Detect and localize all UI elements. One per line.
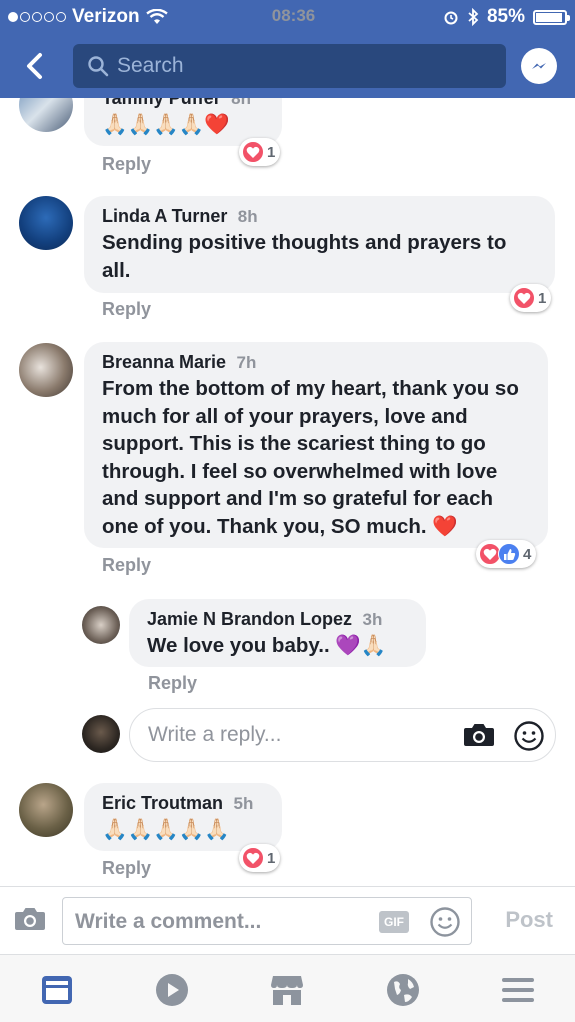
- avatar[interactable]: [19, 343, 73, 397]
- avatar[interactable]: [82, 606, 120, 644]
- comment-time: 8h: [231, 98, 251, 108]
- tab-bar: [0, 954, 575, 1022]
- heart-icon: [513, 287, 535, 309]
- top-bar: Verizon 08:36 85% Search: [0, 0, 575, 98]
- comment-composer: Write a comment... GIF Post: [0, 886, 575, 954]
- reply-link[interactable]: Reply: [148, 673, 197, 694]
- back-button[interactable]: [18, 48, 54, 84]
- status-right: 85%: [443, 6, 570, 28]
- reply-link[interactable]: Reply: [102, 154, 151, 175]
- menu-icon: [502, 978, 534, 1002]
- heart-icon: [242, 847, 264, 869]
- comment-bubble: Linda A Turner 8h Sending positive thoug…: [84, 196, 555, 293]
- reply-link[interactable]: Reply: [102, 555, 151, 576]
- comment-input[interactable]: Write a comment... GIF: [62, 897, 472, 945]
- messenger-button[interactable]: [521, 48, 557, 84]
- tab-news-feed[interactable]: [39, 972, 75, 1008]
- reaction-summary[interactable]: 4: [476, 540, 537, 568]
- heart-icon: [242, 141, 264, 163]
- emoji-icon[interactable]: [513, 720, 545, 752]
- comment-bubble: Eric Troutman 5h 🙏🏻🙏🏻🙏🏻🙏🏻🙏🏻: [84, 783, 282, 851]
- reaction-count: 1: [267, 143, 276, 161]
- tab-notifications[interactable]: [385, 972, 421, 1008]
- battery-percent: 85%: [486, 6, 525, 27]
- camera-icon[interactable]: [463, 722, 495, 748]
- messenger-icon: [532, 63, 546, 69]
- reply-link[interactable]: Reply: [102, 299, 151, 320]
- comment-text: 🙏🏻🙏🏻🙏🏻🙏🏻🙏🏻: [102, 817, 230, 841]
- status-bar: Verizon 08:36 85%: [0, 0, 575, 34]
- comment-author[interactable]: Linda A Turner: [102, 206, 227, 226]
- reply-link[interactable]: Reply: [102, 858, 151, 879]
- watch-icon: [156, 974, 188, 1006]
- search-icon: [88, 56, 109, 77]
- battery-icon: [533, 9, 570, 25]
- tab-menu[interactable]: [500, 972, 536, 1008]
- post-button[interactable]: Post: [505, 907, 553, 933]
- reaction-count: 1: [267, 849, 276, 867]
- tab-watch[interactable]: [154, 972, 190, 1008]
- comment-author[interactable]: Eric Troutman: [102, 793, 223, 813]
- nav-row: Search: [0, 44, 575, 88]
- reply-bubble: Jamie N Brandon Lopez 3h We love you bab…: [129, 599, 426, 667]
- reply-author[interactable]: Jamie N Brandon Lopez: [147, 609, 352, 629]
- globe-icon: [387, 974, 419, 1006]
- reply-text: We love you baby.. 💜🙏🏻: [147, 634, 387, 657]
- chevron-left-icon: [27, 53, 42, 79]
- reply-time: 3h: [362, 610, 383, 629]
- gif-button[interactable]: GIF: [379, 911, 409, 933]
- search-placeholder: Search: [117, 54, 184, 77]
- alarm-icon: [444, 11, 458, 25]
- reaction-summary[interactable]: 1: [239, 844, 281, 872]
- emoji-icon[interactable]: [429, 906, 461, 938]
- news-feed-icon: [42, 976, 72, 1004]
- comment-author[interactable]: Tammy Puffer: [102, 98, 221, 108]
- comment-bubble: Breanna Marie 7h From the bottom of my h…: [84, 342, 548, 548]
- comment-time: 5h: [233, 794, 254, 813]
- reaction-summary[interactable]: 1: [510, 284, 552, 312]
- reply-input-placeholder: Write a reply...: [148, 723, 282, 746]
- comment-feed[interactable]: Tammy Puffer 8h 🙏🏻🙏🏻🙏🏻🙏🏻❤️ 1 Reply Linda…: [0, 98, 575, 886]
- avatar[interactable]: [19, 98, 73, 132]
- avatar[interactable]: [19, 196, 73, 250]
- camera-icon[interactable]: [14, 906, 46, 932]
- comment-text: From the bottom of my heart, thank you s…: [102, 377, 519, 538]
- comment-time: 8h: [237, 207, 258, 226]
- search-input[interactable]: Search: [73, 44, 506, 88]
- bluetooth-icon: [468, 8, 479, 26]
- avatar[interactable]: [19, 783, 73, 837]
- reaction-count: 4: [523, 545, 532, 563]
- tab-marketplace[interactable]: [269, 972, 305, 1008]
- comment-author[interactable]: Breanna Marie: [102, 352, 226, 372]
- comment-text: 🙏🏻🙏🏻🙏🏻🙏🏻❤️: [102, 112, 230, 136]
- comment-time: 7h: [236, 353, 257, 372]
- comment-input-placeholder: Write a comment...: [75, 910, 262, 933]
- reply-input[interactable]: Write a reply...: [129, 708, 556, 762]
- comment-text: Sending positive thoughts and prayers to…: [102, 231, 507, 282]
- marketplace-icon: [271, 976, 303, 1005]
- reaction-count: 1: [538, 289, 547, 307]
- thumbs-up-icon: [498, 543, 520, 565]
- current-user-avatar: [82, 715, 120, 753]
- reaction-summary[interactable]: 1: [239, 138, 281, 166]
